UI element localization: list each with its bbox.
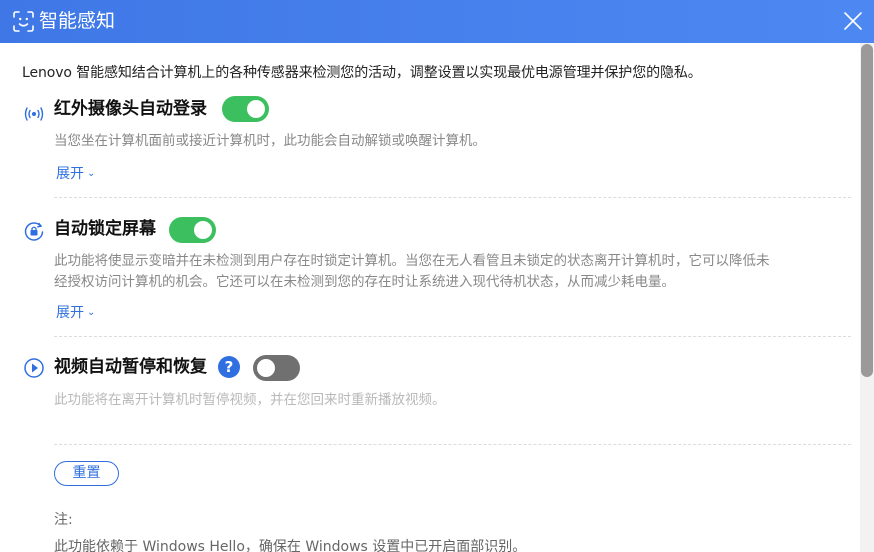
auto-lock-expand-link[interactable]: 展开 ⌄	[56, 302, 95, 322]
help-icon[interactable]: ?	[218, 356, 240, 378]
settings-content: Lenovo 智能感知结合计算机上的各种传感器来检测您的活动，调整设置以实现最优…	[0, 43, 860, 552]
infrared-login-title: 红外摄像头自动登录	[54, 99, 207, 119]
reset-button[interactable]: 重置	[54, 461, 119, 486]
chevron-down-icon: ⌄	[87, 168, 96, 179]
window-title: 智能感知	[39, 10, 116, 32]
auto-lock-toggle[interactable]	[169, 217, 216, 243]
infrared-login-expand-link[interactable]: 展开 ⌄	[56, 163, 95, 183]
toggle-knob	[194, 221, 212, 239]
infrared-login-toggle[interactable]	[222, 96, 269, 122]
section-divider	[54, 197, 851, 198]
expand-label: 展开	[56, 166, 84, 182]
smart-sense-window: 智能感知 Lenovo 智能感知结合计算机上的各种传感器来检测您的活动，调整设置…	[0, 0, 874, 552]
video-pause-description: 此功能将在离开计算机时暂停视频，并在您回来时重新播放视频。	[54, 390, 446, 411]
note-label: 注:	[54, 512, 73, 528]
face-scan-icon	[13, 11, 34, 32]
chevron-down-icon: ⌄	[87, 307, 96, 318]
description-line: 当您坐在计算机面前或接近计算机时，此功能会自动解锁或唤醒计算机。	[54, 133, 486, 149]
video-pause-title: 视频自动暂停和恢复	[54, 357, 207, 377]
infrared-signal-icon	[24, 107, 44, 121]
video-pause-toggle[interactable]	[253, 355, 300, 381]
intro-text: Lenovo 智能感知结合计算机上的各种传感器来检测您的活动，调整设置以实现最优…	[22, 65, 702, 81]
toggle-knob	[247, 100, 265, 118]
auto-lock-description: 此功能将使显示变暗并在未检测到用户存在时锁定计算机。当您在无人看管且未锁定的状态…	[54, 251, 854, 293]
description-line: 此功能将在离开计算机时暂停视频，并在您回来时重新播放视频。	[54, 392, 446, 408]
description-line: 经授权访问计算机的机会。它还可以在未检测到您的存在时让系统进入现代待机状态，从而…	[54, 274, 675, 290]
title-bar: 智能感知	[0, 0, 874, 43]
note-text: 此功能依赖于 Windows Hello，确保在 Windows 设置中已开启面…	[54, 539, 527, 552]
expand-label: 展开	[56, 305, 84, 321]
scrollbar-thumb[interactable]	[861, 44, 873, 377]
infrared-login-description: 当您坐在计算机面前或接近计算机时，此功能会自动解锁或唤醒计算机。	[54, 131, 486, 152]
auto-lock-title: 自动锁定屏幕	[54, 219, 156, 239]
section-divider	[54, 444, 851, 445]
section-divider	[54, 336, 851, 337]
description-line: 此功能将使显示变暗并在未检测到用户存在时锁定计算机。当您在无人看管且未锁定的状态…	[54, 253, 770, 269]
close-icon[interactable]	[838, 6, 868, 36]
play-circle-icon	[24, 358, 44, 378]
toggle-knob	[257, 359, 275, 377]
auto-lock-icon	[24, 222, 44, 241]
